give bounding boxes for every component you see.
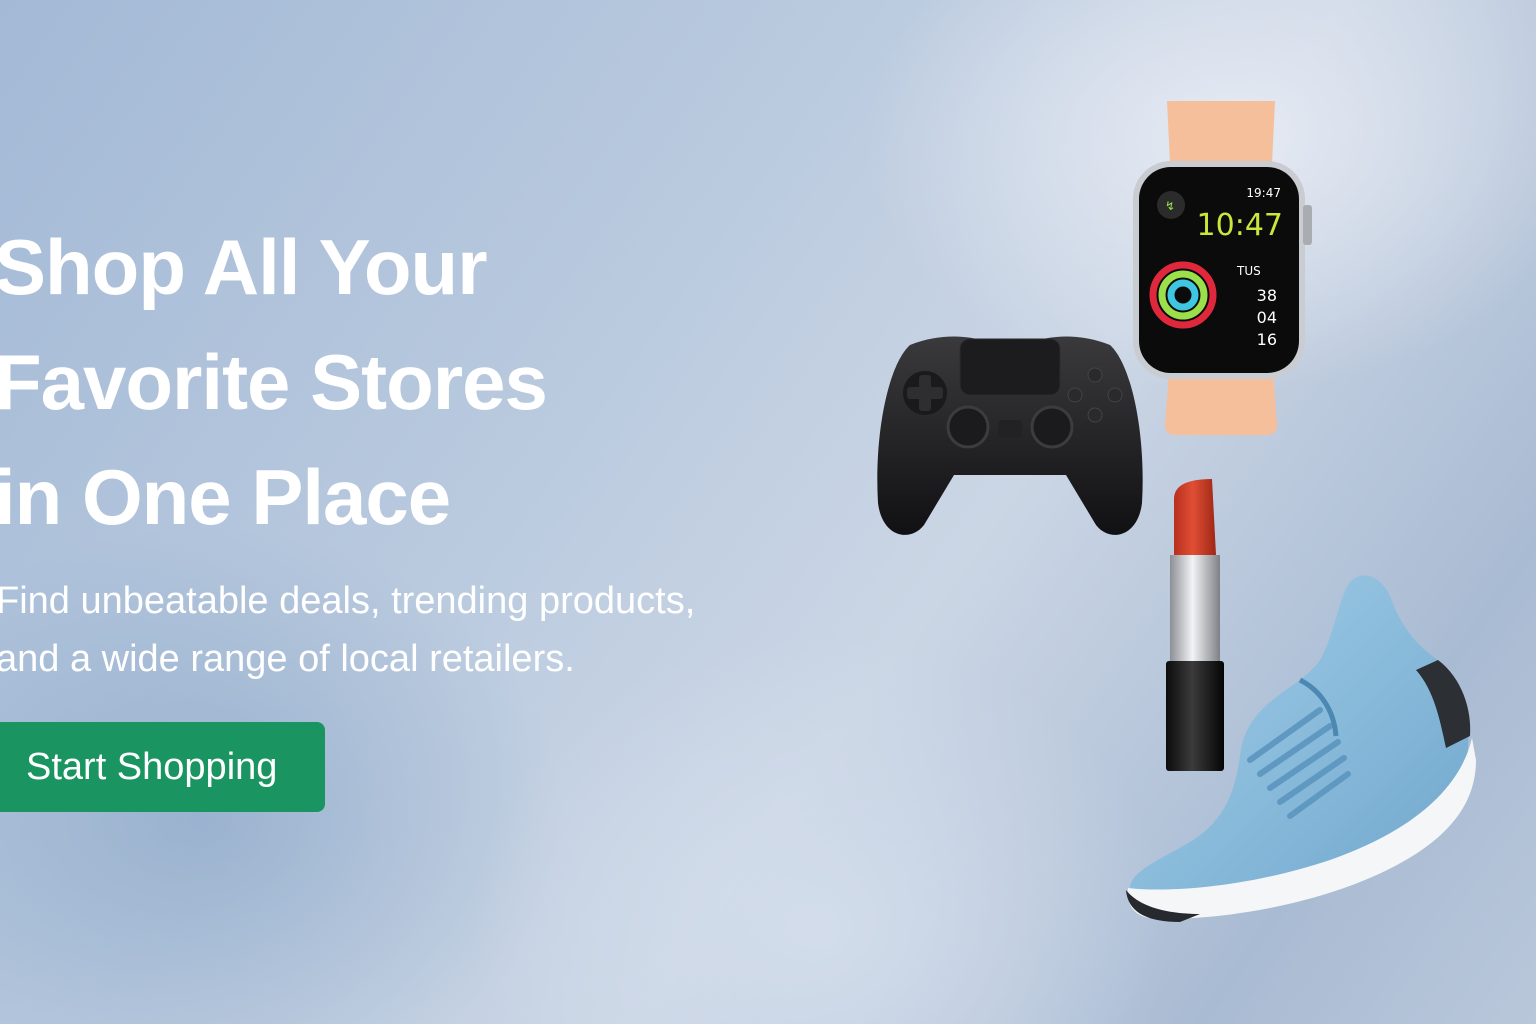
headline-line: Favorite Stores: [0, 338, 548, 426]
product-showcase: ↯ 19:47 10:47 TUS 38 04 16: [840, 80, 1500, 940]
watch-stat: 38: [1257, 286, 1277, 305]
hero-section: Shop All Your Favorite Stores in One Pla…: [0, 0, 760, 1024]
subtitle-line: and a wide range of local retailers.: [0, 638, 575, 680]
watch-main-time: 10:47: [1197, 208, 1283, 243]
watch-day: TUS: [1236, 264, 1261, 278]
hero-subtitle: Find unbeatable deals, trending products…: [0, 572, 695, 688]
subtitle-line: Find unbeatable deals, trending products…: [0, 580, 696, 622]
game-controller-icon: [877, 336, 1143, 535]
headline-line: Shop All Your: [0, 223, 488, 311]
watch-stat: 16: [1257, 330, 1277, 349]
start-shopping-button[interactable]: Start Shopping: [0, 722, 325, 812]
watch-stat: 04: [1257, 308, 1277, 327]
watch-top-time: 19:47: [1246, 186, 1281, 200]
sneaker-icon: [1126, 575, 1476, 922]
headline-line: in One Place: [0, 453, 451, 541]
smartwatch-icon: ↯ 19:47 10:47 TUS 38 04 16: [1133, 101, 1312, 435]
svg-text:↯: ↯: [1165, 199, 1175, 213]
hero-headline: Shop All Your Favorite Stores in One Pla…: [0, 210, 548, 555]
